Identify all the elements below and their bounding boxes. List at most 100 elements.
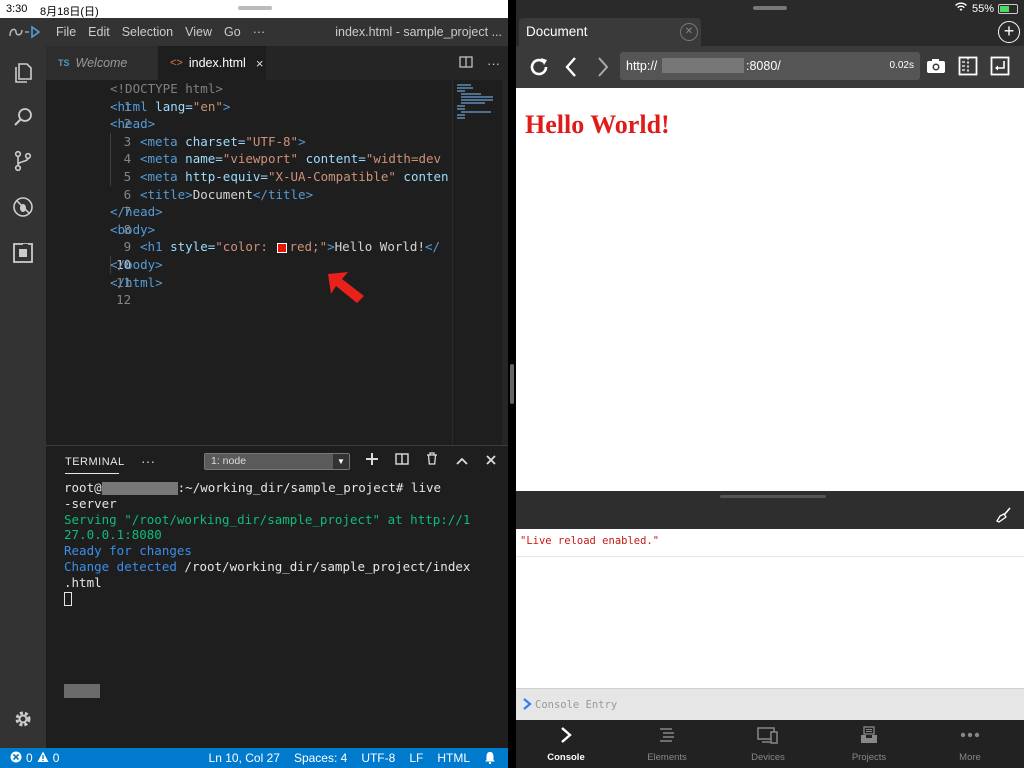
browser-tab-strip: Document ✕ + [516, 18, 1024, 46]
code-string: "UTF-8" [245, 133, 299, 149]
multitask-grabber-left[interactable] [238, 6, 272, 10]
tab-more[interactable]: More [920, 720, 1020, 768]
split-editor-icon[interactable] [459, 55, 473, 71]
code-tag: <h1 [140, 239, 163, 255]
cursor-position[interactable]: Ln 10, Col 27 [209, 751, 280, 767]
code-tag: > [327, 239, 335, 255]
battery-icon [998, 3, 1018, 14]
resize-viewport-icon[interactable] [990, 56, 1012, 78]
code-tag: <meta [140, 169, 178, 184]
terminal-tab[interactable]: TERMINAL [65, 456, 125, 468]
explorer-icon[interactable] [8, 58, 38, 88]
tab-devices[interactable]: Devices [718, 720, 818, 768]
minimap-line [457, 114, 465, 116]
editor-scrollbar[interactable] [502, 80, 508, 445]
tab-projects[interactable]: Projects [819, 720, 919, 768]
code-editor[interactable]: 1 <!DOCTYPE html> 2 <html lang="en"> 3 <… [46, 80, 452, 445]
code-tag: > [222, 98, 231, 114]
browser-tab-document[interactable]: Document ✕ [519, 18, 701, 46]
console-input[interactable]: Console Entry [516, 688, 1024, 720]
minimap-line [457, 105, 465, 107]
trash-icon[interactable] [422, 452, 442, 469]
split-layout-icon[interactable] [958, 56, 980, 78]
terminal-header: TERMINAL ··· 1: node ▼ [46, 446, 508, 478]
search-icon[interactable] [8, 102, 38, 132]
maximize-panel-icon[interactable] [452, 452, 472, 469]
new-terminal-icon[interactable] [362, 452, 382, 469]
terminal-cursor-line [64, 591, 484, 607]
notification-bell-icon[interactable] [484, 751, 496, 767]
minimap-line [457, 87, 473, 89]
forward-icon[interactable] [596, 56, 610, 83]
menu-go[interactable]: Go [218, 18, 247, 46]
menu-selection[interactable]: Selection [116, 18, 179, 46]
debug-icon[interactable] [8, 192, 38, 222]
console-resize-handle[interactable] [720, 495, 826, 498]
code-attr: conten [395, 169, 449, 184]
terminal-select[interactable]: 1: node ▼ [204, 453, 350, 470]
color-swatch-icon[interactable] [277, 242, 288, 253]
extensions-icon[interactable] [8, 238, 38, 268]
camera-icon[interactable] [926, 56, 948, 78]
typescript-badge-icon: TS [58, 58, 70, 68]
console-divider [516, 556, 1024, 557]
menu-edit[interactable]: Edit [82, 18, 116, 46]
tab-welcome-label: Welcome [75, 56, 128, 70]
tab-index-html[interactable]: <> index.html × [158, 46, 266, 80]
minimap[interactable] [452, 80, 508, 445]
menu-file[interactable]: File [50, 18, 82, 46]
close-tab-icon[interactable]: × [256, 56, 264, 71]
editor-actions: ··· [459, 46, 500, 80]
browser-tab-title: Document [526, 24, 588, 39]
terminal-line: .html [64, 574, 102, 590]
code-attr: http-equiv= [177, 169, 268, 184]
tab-elements[interactable]: Elements [617, 720, 717, 768]
tab-index-label: index.html [188, 56, 246, 70]
split-view-handle[interactable] [510, 364, 514, 404]
line-ending[interactable]: LF [409, 751, 423, 767]
error-count: 0 [26, 751, 33, 765]
split-terminal-icon[interactable] [392, 452, 412, 469]
tab-elements-label: Elements [647, 752, 687, 763]
url-port: :8080/ [746, 59, 781, 73]
terminal-prompt-user: root@ [64, 480, 102, 495]
back-icon[interactable] [564, 56, 578, 83]
multitask-grabber-right[interactable] [753, 6, 787, 10]
code-line-10: 10 <h1 style="color: red;">Hello World!<… [46, 238, 452, 272]
redacted-hostname [101, 482, 178, 495]
new-tab-plus-icon[interactable]: + [998, 21, 1020, 43]
tab-console[interactable]: Console [516, 720, 616, 768]
close-tab-icon[interactable]: ✕ [680, 23, 698, 41]
language-mode[interactable]: HTML [437, 751, 470, 767]
terminal-more-icon[interactable]: ··· [141, 453, 155, 469]
ipad-status-bar-right: 55% [516, 0, 1024, 18]
redacted-block [64, 684, 100, 698]
encoding[interactable]: UTF-8 [361, 751, 395, 767]
problems-indicator[interactable]: 0 0 [10, 751, 59, 766]
title-bar: File Edit Selection View Go ··· index.ht… [0, 18, 508, 46]
terminal-output[interactable]: root@:~/working_dir/sample_project# live… [64, 480, 484, 607]
close-panel-icon[interactable] [481, 452, 501, 469]
reload-icon[interactable] [528, 56, 550, 83]
code-line-1: 1 <!DOCTYPE html> [46, 80, 452, 114]
url-bar[interactable]: http:// :8080/ 0.02s [620, 52, 920, 80]
clear-console-broom-icon[interactable] [996, 507, 1012, 527]
code-tag: </ [424, 239, 441, 255]
elements-list-icon [617, 720, 717, 750]
settings-gear-icon[interactable] [12, 708, 34, 730]
code-line-7: 7 <title>Document</title> [46, 186, 452, 220]
menu-more[interactable]: ··· [247, 18, 272, 46]
tab-welcome[interactable]: TS Welcome [46, 46, 158, 80]
vscode-window: File Edit Selection View Go ··· index.ht… [0, 18, 508, 768]
tab-console-label: Console [547, 752, 585, 763]
web-page-view[interactable]: Hello World! [516, 88, 1024, 491]
source-control-icon[interactable] [8, 146, 38, 176]
code-tag: </body> [110, 257, 163, 272]
minimap-line [457, 117, 465, 119]
more-dots-icon [920, 720, 1020, 750]
status-bar: 0 0 Ln 10, Col 27 Spaces: 4 UTF-8 LF HTM… [0, 748, 508, 768]
more-actions-icon[interactable]: ··· [487, 56, 500, 71]
menu-view[interactable]: View [179, 18, 218, 46]
indentation[interactable]: Spaces: 4 [294, 751, 347, 767]
app-logo-icon [0, 18, 50, 46]
